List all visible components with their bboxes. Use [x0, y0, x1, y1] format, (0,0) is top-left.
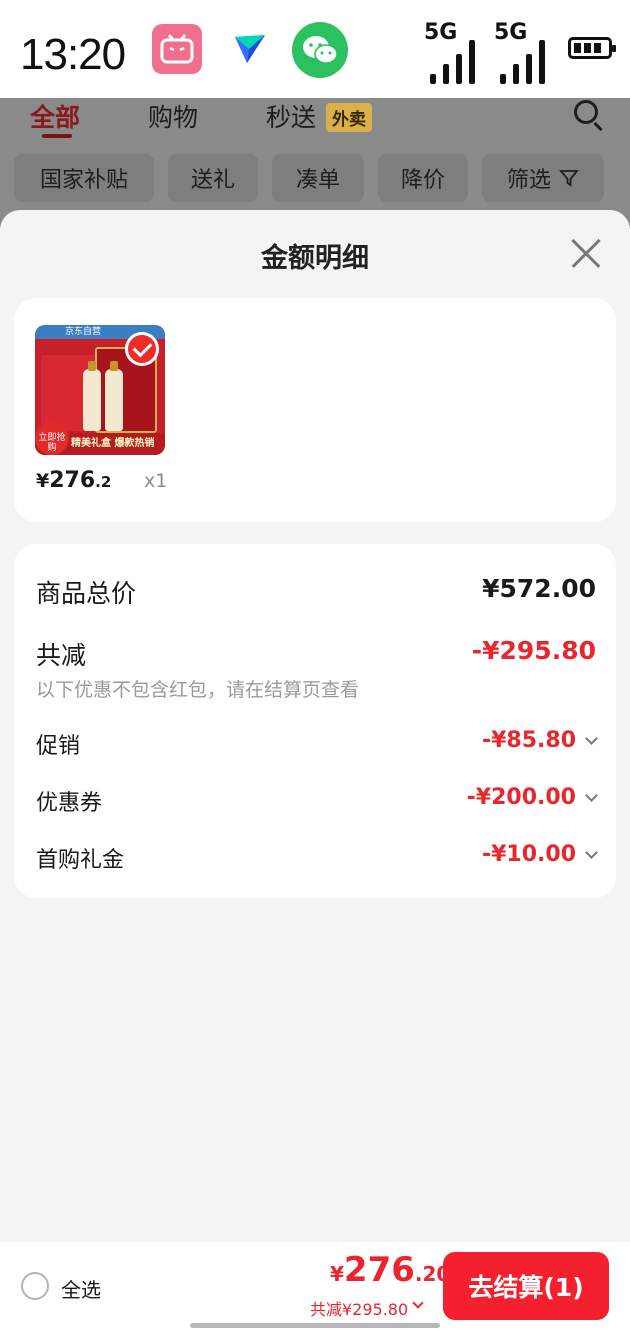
bilibili-icon [152, 24, 202, 74]
amount-detail-sheet: 金额明细 京东自营 精美礼盒 爆款热销 立即抢购 ¥276.2 x1 商品总价 … [0, 210, 630, 1330]
filter-chip-screen[interactable]: 筛选 [482, 154, 604, 202]
tab-flash[interactable]: 秒送 [266, 98, 316, 134]
image-buy-badge: 立即抢购 [38, 433, 66, 453]
filter-chip[interactable]: 送礼 [168, 154, 258, 202]
price-summary-card: 商品总价 ¥572.00 共减 -¥295.80 以下优惠不包含红包，请在结算页… [14, 544, 616, 898]
battery-icon [568, 37, 616, 59]
wechat-icon [292, 22, 348, 78]
reduction-summary[interactable]: 共减¥295.80 [310, 1296, 408, 1320]
select-all-label[interactable]: 全选 [61, 1274, 101, 1303]
reduction-row: 共减 -¥295.80 [36, 636, 596, 670]
background-page: 全部 购物 秒送 外卖 国家补贴 送礼 凑单 降价 筛选 [0, 98, 630, 228]
discount-row-promotion[interactable]: 促销 -¥85.80 [36, 728, 598, 759]
chevron-down-icon[interactable] [412, 1297, 424, 1309]
status-bar: 13:20 5G 5G [0, 0, 630, 98]
total-price-value: ¥572.00 [482, 574, 596, 603]
total-price-row: 商品总价 ¥572.00 [36, 574, 596, 608]
filter-label: 筛选 [506, 168, 551, 193]
bottle-shape [105, 361, 123, 431]
bottle-shape [83, 361, 101, 431]
discount-row-coupon[interactable]: 优惠券 -¥200.00 [36, 785, 598, 816]
chevron-down-icon[interactable] [585, 732, 598, 745]
reduction-note: 以下优惠不包含红包，请在结算页查看 [36, 679, 360, 701]
discount-label: 首购礼金 [36, 848, 125, 873]
selected-check-icon[interactable] [125, 332, 159, 366]
discount-value: -¥200.00 [466, 785, 576, 810]
discount-label: 优惠券 [36, 791, 103, 816]
total-payable: ¥276.20 [330, 1250, 451, 1290]
discount-value: -¥10.00 [481, 842, 576, 867]
discount-row-first-purchase[interactable]: 首购礼金 -¥10.00 [36, 842, 598, 873]
reduction-value: -¥295.80 [471, 636, 596, 665]
takeout-badge: 外卖 [326, 103, 372, 132]
reduction-note-row: 以下优惠不包含红包，请在结算页查看 [36, 675, 596, 701]
filter-icon [559, 170, 579, 187]
tab-shopping[interactable]: 购物 [148, 98, 198, 134]
signal-bars-icon [430, 40, 478, 84]
product-quantity: x1 [144, 470, 168, 492]
filter-chip[interactable]: 国家补贴 [14, 154, 154, 202]
close-icon[interactable] [570, 238, 602, 270]
sheet-title: 金额明细 [261, 243, 369, 274]
signal-bars-icon [500, 40, 548, 84]
feishu-icon [224, 24, 274, 74]
filter-chip[interactable]: 降价 [378, 154, 468, 202]
reduction-label: 共减 [36, 641, 87, 670]
filter-chip[interactable]: 凑单 [272, 154, 364, 202]
search-icon[interactable] [574, 100, 598, 124]
chevron-down-icon[interactable] [585, 789, 598, 802]
select-all-radio[interactable] [21, 1272, 49, 1300]
chevron-down-icon[interactable] [585, 846, 598, 859]
discount-label: 促销 [36, 734, 81, 759]
product-price: ¥276.2 [36, 468, 112, 493]
product-card: 京东自营 精美礼盒 爆款热销 立即抢购 ¥276.2 x1 [14, 298, 616, 522]
checkout-button[interactable]: 去结算(1) [443, 1252, 609, 1320]
total-price-label: 商品总价 [36, 579, 137, 608]
status-time: 13:20 [20, 30, 126, 79]
discount-value: -¥85.80 [481, 728, 576, 753]
checkout-bar: 全选 ¥276.20 共减¥295.80 去结算(1) [0, 1242, 630, 1330]
tab-all[interactable]: 全部 [30, 98, 80, 134]
tab-indicator [42, 134, 72, 138]
home-indicator[interactable] [190, 1323, 440, 1328]
